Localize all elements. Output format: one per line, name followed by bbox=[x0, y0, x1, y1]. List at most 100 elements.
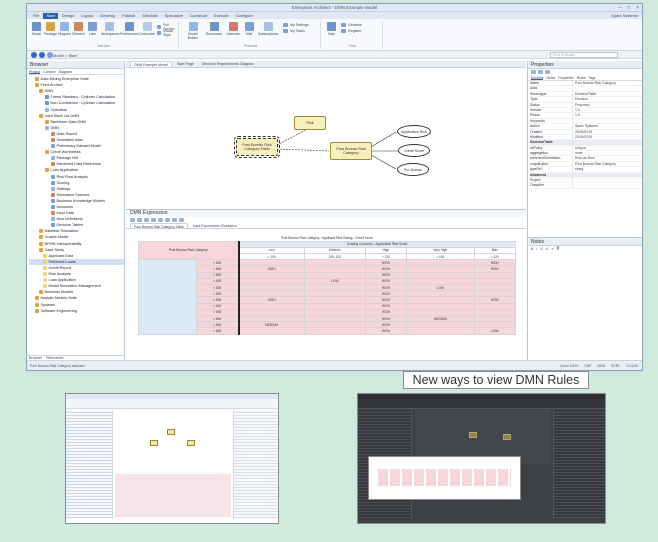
diagram-node-decision[interactable]: Post Bureau Risk Category bbox=[330, 142, 372, 160]
breadcrumb[interactable]: Model > Start bbox=[53, 53, 77, 58]
diagram-node-risk[interactable]: Risk bbox=[294, 116, 326, 130]
property-row[interactable]: Classifier bbox=[530, 183, 642, 189]
thumbnail-light-theme[interactable] bbox=[65, 393, 279, 524]
sort-icon[interactable] bbox=[531, 70, 536, 74]
underline-icon[interactable]: U bbox=[540, 247, 543, 251]
ribbon-libraries-button[interactable]: Libraries bbox=[341, 23, 362, 27]
menu-design[interactable]: Design bbox=[59, 13, 77, 19]
numbering-icon[interactable]: ≣ bbox=[557, 247, 560, 251]
menu-start[interactable]: Start bbox=[43, 12, 58, 19]
thumbnail-dark-theme[interactable] bbox=[357, 393, 606, 524]
tab-diagram[interactable]: Diagram bbox=[59, 69, 73, 74]
back-icon[interactable] bbox=[31, 52, 37, 58]
diagram-node-credit-score[interactable]: Credit Score bbox=[398, 144, 430, 157]
ribbon-element-button[interactable]: Element bbox=[72, 22, 85, 36]
ribbon-package-button[interactable]: Package bbox=[44, 22, 57, 36]
property-value[interactable]: none bbox=[572, 151, 642, 156]
property-value[interactable] bbox=[572, 172, 642, 178]
rule-cell[interactable]: LOW bbox=[473, 327, 516, 335]
ribbon-visual-style-button[interactable]: Visual Style bbox=[157, 29, 178, 37]
add-rule-icon[interactable] bbox=[130, 218, 135, 222]
diagram-node-application-risk[interactable]: Application Risk bbox=[397, 125, 431, 138]
property-value[interactable]: Decision bbox=[572, 97, 642, 102]
menu-simulate[interactable]: Simulate bbox=[139, 13, 161, 19]
tab-rules[interactable]: Rules bbox=[577, 75, 586, 80]
filter-icon[interactable] bbox=[538, 70, 543, 74]
forward-icon[interactable] bbox=[39, 52, 45, 58]
property-value[interactable] bbox=[572, 178, 642, 183]
maximize-icon[interactable]: □ bbox=[627, 5, 630, 11]
property-value[interactable] bbox=[572, 183, 642, 188]
menu-construct[interactable]: Construct bbox=[187, 13, 210, 19]
tab-decision-table[interactable]: Post Bureau Risk Category Table bbox=[130, 223, 188, 229]
color-icon[interactable]: A bbox=[546, 247, 548, 251]
property-value[interactable]: Rule-as-Row bbox=[572, 156, 642, 161]
property-value[interactable]: 1.0 bbox=[572, 107, 642, 113]
bullets-icon[interactable]: ≡ bbox=[551, 247, 553, 251]
menu-develop[interactable]: Develop bbox=[97, 13, 118, 19]
tab-drd[interactable]: Decision Requirements Diagram bbox=[199, 61, 257, 67]
ribbon-workspaces-button[interactable]: Workspaces bbox=[101, 22, 120, 36]
move-down-icon[interactable] bbox=[151, 218, 156, 222]
property-value[interactable]: Sparx Systems bbox=[572, 124, 642, 129]
property-value[interactable]: Post Bureau Risk Category bbox=[572, 81, 642, 86]
minimize-icon[interactable]: – bbox=[618, 5, 621, 11]
menu-execute[interactable]: Execute bbox=[211, 13, 231, 19]
rule-cell[interactable]: HIGH bbox=[364, 327, 408, 335]
ribbon-preferences-button[interactable]: Preferences bbox=[120, 22, 138, 36]
tab-element[interactable]: Element bbox=[531, 75, 544, 80]
property-value[interactable]: 1.0 bbox=[572, 113, 642, 118]
menu-configure[interactable]: Configure bbox=[233, 13, 256, 19]
account-label[interactable]: Sparx Systems bbox=[611, 13, 638, 18]
search-input[interactable]: Find in Model bbox=[550, 52, 618, 58]
ribbon-help-button[interactable]: Help bbox=[325, 22, 338, 36]
ribbon-register-button[interactable]: Register bbox=[341, 29, 361, 33]
property-value[interactable]: 23/04/2019 bbox=[572, 129, 642, 134]
ribbon-customize-button[interactable]: Customize bbox=[139, 22, 155, 36]
tab-properties[interactable]: Properties bbox=[558, 75, 573, 80]
ribbon-resources-button[interactable]: Resources bbox=[205, 22, 223, 36]
tab-notes[interactable]: Notes bbox=[546, 75, 555, 80]
property-value[interactable] bbox=[572, 118, 642, 124]
export-icon[interactable] bbox=[172, 218, 177, 222]
tab-tags[interactable]: Tags bbox=[588, 75, 595, 80]
ribbon-mail-button[interactable]: Mail bbox=[243, 22, 255, 36]
close-icon[interactable]: × bbox=[636, 5, 639, 11]
simulate-icon[interactable] bbox=[165, 218, 170, 222]
property-value[interactable] bbox=[572, 140, 642, 145]
tab-input-expressions[interactable]: Input Expressions Simulation bbox=[190, 223, 240, 228]
validate-icon[interactable] bbox=[158, 218, 163, 222]
rule-cell[interactable] bbox=[303, 327, 366, 335]
ribbon-lists-button[interactable]: Lists bbox=[86, 22, 99, 36]
expand-icon[interactable] bbox=[545, 70, 550, 74]
tree-item[interactable]: Software Engineering bbox=[29, 308, 124, 314]
delete-rule-icon[interactable] bbox=[137, 218, 142, 222]
tab-start-page[interactable]: Start Page bbox=[174, 61, 197, 67]
ribbon-model-builder-button[interactable]: Model Builder bbox=[183, 22, 203, 40]
menu-publish[interactable]: Publish bbox=[119, 13, 138, 19]
ribbon-subscriptions-button[interactable]: Subscriptions bbox=[257, 22, 279, 36]
ribbon-diagram-button[interactable]: Diagram bbox=[58, 22, 71, 36]
move-up-icon[interactable] bbox=[144, 218, 149, 222]
bold-icon[interactable]: B bbox=[531, 247, 533, 251]
ribbon-my-settings-button[interactable]: My Settings bbox=[283, 23, 309, 27]
property-value[interactable]: Post Bureau Risk Category bbox=[572, 161, 642, 167]
ribbon-calendar-button[interactable]: Calendar bbox=[225, 22, 241, 36]
settings-icon[interactable] bbox=[179, 218, 184, 222]
property-value[interactable]: Proposed bbox=[572, 102, 642, 107]
decision-requirements-diagram[interactable]: Risk Post Bureau Risk Category Table Pos… bbox=[126, 69, 526, 205]
tab-dmn-example[interactable]: DMN Example Model bbox=[130, 61, 172, 67]
property-value[interactable]: Unique bbox=[572, 145, 642, 151]
row-key-cell[interactable]: > 600 bbox=[196, 327, 239, 335]
tab-project[interactable]: Project bbox=[29, 69, 41, 74]
menu-file[interactable]: File bbox=[30, 13, 42, 19]
ribbon-my-tasks-button[interactable]: My Tasks bbox=[283, 29, 305, 33]
diagram-node-pre-bureau[interactable]: Pre-Bureau bbox=[397, 163, 429, 176]
ribbon-model-button[interactable]: Model bbox=[30, 22, 43, 36]
diagram-node-selected-table[interactable]: Post Bureau Risk Category Table bbox=[234, 136, 280, 158]
tab-context[interactable]: Context bbox=[43, 69, 55, 74]
property-value[interactable]: string bbox=[572, 167, 642, 172]
menu-specialize[interactable]: Specialize bbox=[162, 13, 186, 19]
italic-icon[interactable]: I bbox=[536, 247, 537, 251]
property-value[interactable]: 23/04/2019 bbox=[572, 134, 642, 140]
